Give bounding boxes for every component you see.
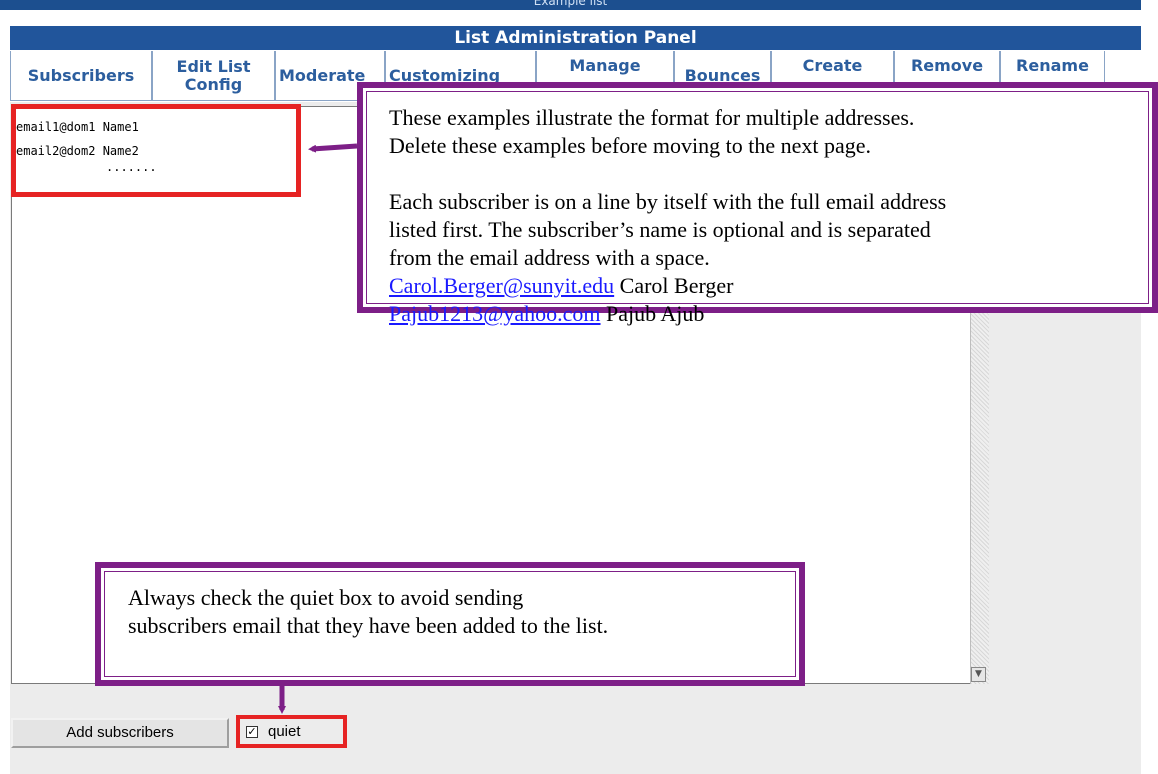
callout-text: Delete these examples before moving to t… (389, 133, 871, 158)
scroll-down-arrow-icon[interactable]: ▼ (971, 667, 986, 682)
window-title-strip: Example list (0, 0, 1141, 10)
add-subscribers-button[interactable]: Add subscribers (11, 718, 229, 748)
example-line: Pajub1213@yahoo.com Pajub Ajub (389, 301, 705, 326)
tab-subscribers[interactable]: Subscribers (10, 51, 152, 101)
example-line: Carol.Berger@sunyit.edu Carol Berger (389, 273, 734, 298)
window-title: Example list (533, 0, 608, 8)
callout-text: Each subscriber is on a line by itself w… (389, 189, 947, 214)
quiet-checkbox[interactable]: ✓ (246, 725, 258, 738)
callout-text: subscribers email that they have been ad… (128, 613, 609, 638)
quiet-checkbox-group[interactable]: ✓ quiet (236, 715, 347, 748)
format-instructions-callout: These examples illustrate the format for… (357, 82, 1158, 326)
callout-text: from the email address with a space. (389, 245, 710, 270)
callout-text: These examples illustrate the format for… (389, 105, 915, 130)
quiet-instructions-callout: Always check the quiet box to avoid send… (95, 562, 805, 686)
example-email-link[interactable]: Pajub1213@yahoo.com (389, 301, 601, 326)
callout-text: listed first. The subscriber’s name is o… (389, 217, 931, 242)
example-email-link[interactable]: Carol.Berger@sunyit.edu (389, 273, 614, 298)
quiet-label: quiet (268, 723, 301, 740)
tab-edit-list-config[interactable]: Edit List Config (152, 51, 275, 101)
callout-text: Always check the quiet box to avoid send… (128, 585, 524, 610)
panel-title: List Administration Panel (10, 25, 1141, 50)
